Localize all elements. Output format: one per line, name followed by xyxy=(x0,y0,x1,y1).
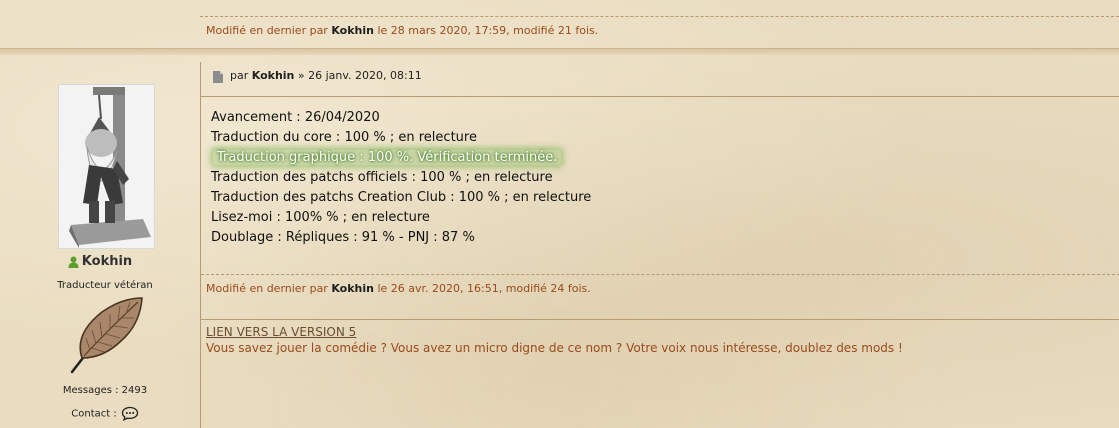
signature-divider xyxy=(201,319,1119,320)
content-line-highlighted: Traduction graphique : 100 %. Vérificati… xyxy=(211,148,591,168)
post-header: par Kokhin » 26 janv. 2020, 08:11 xyxy=(201,62,1119,97)
edit-prefix: Modifié en dernier par xyxy=(206,282,328,295)
post-meta: par Kokhin » 26 janv. 2020, 08:11 xyxy=(230,69,422,82)
edit-user-link[interactable]: Kokhin xyxy=(331,24,374,37)
highlighted-text: Traduction graphique : 100 %. Vérificati… xyxy=(213,150,562,165)
edit-prefix: Modifié en dernier par xyxy=(206,24,328,37)
author-profile: Kokhin Traducteur vétéran Messages : 249… xyxy=(0,54,200,428)
post-content: Avancement : 26/04/2020 Traduction du co… xyxy=(211,108,591,248)
username-row: Kokhin xyxy=(0,254,200,269)
content-line: Avancement : 26/04/2020 xyxy=(211,110,380,125)
rank-quill-icon xyxy=(64,294,148,376)
user-rank: Traducteur vétéran xyxy=(57,280,153,291)
contact-label: Contact : xyxy=(71,408,117,420)
divider xyxy=(200,16,1119,17)
edit-note: Modifié en dernier par Kokhin le 28 mars… xyxy=(206,24,598,37)
content-line: Lisez-moi : 100% % ; en relecture xyxy=(211,210,430,225)
edit-details: le 26 avr. 2020, 16:51, modifié 24 fois. xyxy=(377,282,591,295)
previous-post-footer: Modifié en dernier par Kokhin le 28 mars… xyxy=(0,0,1119,48)
content-line: Doublage : Répliques : 91 % - PNJ : 87 % xyxy=(211,230,475,245)
edit-note: Modifié en dernier par Kokhin le 26 avr.… xyxy=(206,282,591,295)
edit-user-link[interactable]: Kokhin xyxy=(331,282,374,295)
avatar[interactable] xyxy=(58,84,155,249)
contact-chat-icon[interactable] xyxy=(121,406,139,421)
username-link[interactable]: Kokhin xyxy=(82,254,132,269)
post: par Kokhin » 26 janv. 2020, 08:11 Avance… xyxy=(200,62,1119,428)
author-link[interactable]: Kokhin xyxy=(252,69,295,82)
by-label: par xyxy=(230,69,249,82)
content-line: Traduction des patchs Creation Club : 10… xyxy=(211,190,592,205)
post-icon[interactable] xyxy=(213,71,223,83)
post-date: » 26 janv. 2020, 08:11 xyxy=(297,69,422,82)
content-line: Traduction du core : 100 % ; en relectur… xyxy=(211,130,477,145)
signature-link[interactable]: LIEN VERS LA VERSION 5 xyxy=(206,325,356,339)
contact-row: Contact : xyxy=(0,406,210,421)
divider xyxy=(201,274,1119,275)
online-user-icon xyxy=(68,256,79,268)
content-line: Traduction des patchs officiels : 100 % … xyxy=(211,170,553,185)
message-count: Messages : 2493 xyxy=(62,385,148,396)
edit-details: le 28 mars 2020, 17:59, modifié 21 fois. xyxy=(377,24,599,37)
signature-text: Vous savez jouer la comédie ? Vous avez … xyxy=(206,341,903,355)
